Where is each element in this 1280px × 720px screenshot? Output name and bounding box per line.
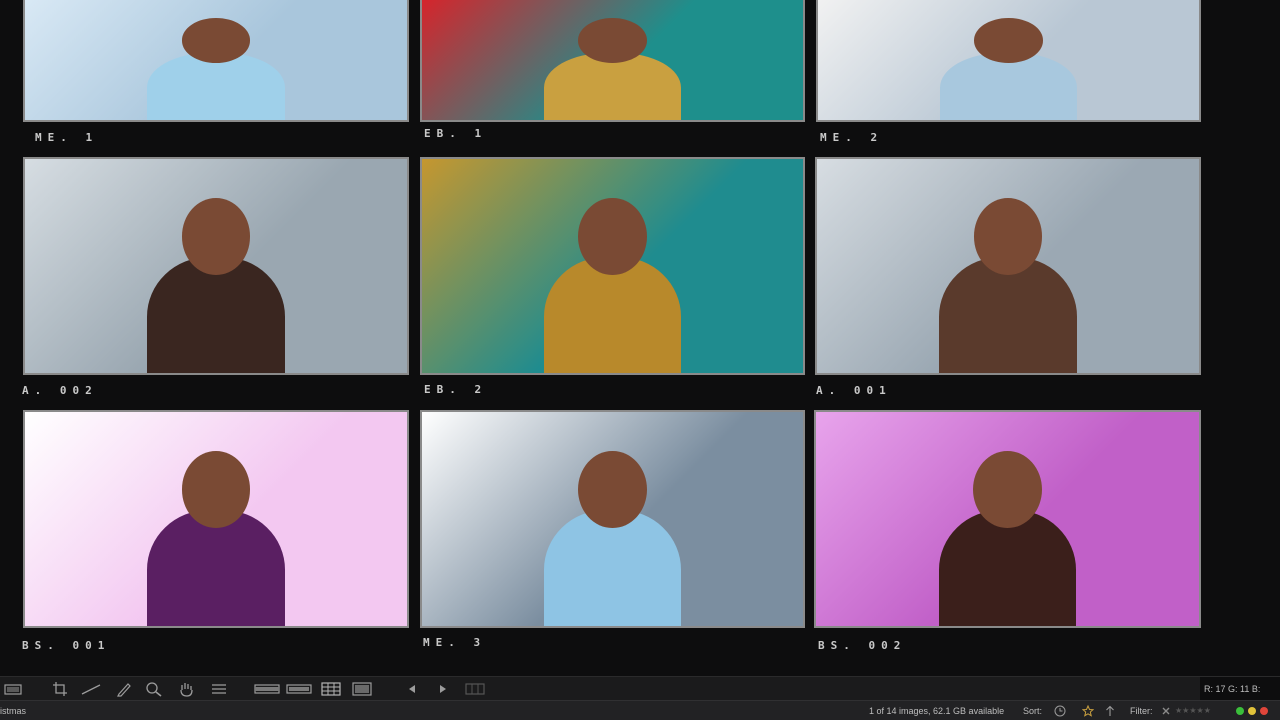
thumbnail-bs-001[interactable] (23, 410, 409, 628)
viewer-toggle-icon[interactable] (4, 681, 22, 697)
thumbnail-caption: A. 002 (22, 384, 98, 397)
image-grid: ME. 1 EB. 1 ME. 2 A. 002 EB. 2 A. 001 BS… (0, 0, 1280, 676)
thumbnail-caption: A. 001 (816, 384, 892, 397)
photo (25, 412, 407, 626)
thumbnail-me-2[interactable] (816, 0, 1201, 122)
zoom-icon[interactable] (145, 681, 163, 697)
thumbnail-eb-1[interactable] (420, 0, 805, 122)
pencil-icon[interactable] (116, 681, 132, 697)
sort-direction-icon[interactable] (1104, 705, 1116, 717)
subject-silhouette (543, 257, 682, 373)
subject-silhouette (147, 53, 285, 120)
star-icon[interactable] (1081, 704, 1095, 717)
subject-silhouette (543, 510, 682, 626)
thumbnail-me-3[interactable] (420, 410, 805, 628)
prev-icon[interactable] (405, 681, 419, 697)
subject-silhouette (939, 53, 1078, 120)
thumbnail-caption: ME. 1 (35, 131, 99, 144)
photo (422, 159, 803, 373)
thumbnail-caption: ME. 3 (423, 636, 487, 649)
photo (422, 412, 803, 626)
bottom-toolbar: R: 17 G: 11 B: (0, 676, 1280, 701)
crop-icon[interactable] (52, 681, 68, 697)
next-icon[interactable] (436, 681, 450, 697)
subject-silhouette (939, 257, 1077, 373)
window-title-fragment: istmas (0, 706, 27, 716)
subject-head (578, 450, 647, 528)
filmstrip-icon[interactable] (254, 681, 280, 697)
hand-icon[interactable] (178, 681, 194, 697)
list-icon[interactable] (210, 681, 228, 697)
filmstrip-alt-icon[interactable] (286, 681, 312, 697)
yellow-label-icon[interactable] (1248, 707, 1256, 715)
filter-label: Filter: (1130, 706, 1153, 716)
sort-label: Sort: (1023, 706, 1043, 716)
red-label-icon[interactable] (1260, 707, 1268, 715)
subject-head (973, 450, 1042, 528)
subject-silhouette (543, 53, 682, 120)
thumbnail-a-001[interactable] (815, 157, 1201, 375)
subject-head (181, 197, 251, 275)
image-count: 1 of 14 images, 62.1 GB available (869, 706, 1005, 716)
thumbnail-caption: BS. 001 (22, 639, 111, 652)
subject-head (181, 18, 251, 63)
subject-silhouette (147, 510, 285, 626)
grid-icon[interactable] (320, 681, 342, 697)
straighten-icon[interactable] (80, 681, 102, 697)
single-view-icon[interactable] (351, 681, 373, 697)
status-bar: istmas 1 of 14 images, 62.1 GB available… (0, 700, 1280, 720)
clock-icon[interactable] (1054, 705, 1066, 717)
photo (422, 0, 803, 120)
subject-head (973, 197, 1043, 275)
subject-silhouette (938, 510, 1077, 626)
photo (25, 159, 407, 373)
photo (25, 0, 407, 120)
thumbnail-caption: EB. 1 (424, 127, 488, 140)
subject-head (578, 18, 647, 63)
rating-filter-stars[interactable]: ★★★★★ (1175, 701, 1211, 720)
subject-head (578, 197, 647, 275)
compare-icon[interactable] (465, 681, 485, 697)
thumbnail-caption: ME. 2 (820, 131, 884, 144)
subject-head (974, 18, 1043, 63)
photo (816, 412, 1199, 626)
green-label-icon[interactable] (1236, 707, 1244, 715)
subject-silhouette (147, 257, 285, 373)
photo (818, 0, 1199, 120)
rgb-readout: R: 17 G: 11 B: (1200, 677, 1280, 701)
thumbnail-caption: BS. 002 (818, 639, 907, 652)
subject-head (181, 450, 251, 528)
thumbnail-caption: EB. 2 (424, 383, 488, 396)
photo (817, 159, 1199, 373)
thumbnail-a-002[interactable] (23, 157, 409, 375)
thumbnail-bs-002[interactable] (814, 410, 1201, 628)
thumbnail-eb-2[interactable] (420, 157, 805, 375)
thumbnail-me-1[interactable] (23, 0, 409, 122)
clear-filter-icon[interactable] (1160, 705, 1172, 717)
